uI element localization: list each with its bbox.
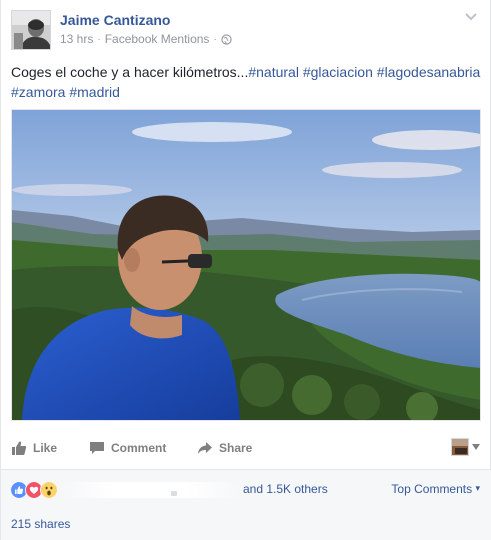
hashtag-lagodesanabria[interactable]: #lagodesanabria (377, 64, 481, 80)
wow-reaction-icon (40, 481, 58, 499)
author-name[interactable]: Jaime Cantizano (60, 12, 170, 28)
action-bar: Like Comment Share (11, 436, 481, 462)
meta-separator-2: · (213, 33, 217, 45)
comment-label: Comment (111, 441, 167, 455)
share-arrow-icon (198, 442, 212, 454)
avatar-image (12, 11, 50, 49)
reaction-icons[interactable] (10, 481, 58, 499)
page-thumbnail (451, 438, 469, 456)
caret-down-icon (472, 444, 480, 450)
page-thumbnail-image (452, 439, 468, 455)
shares-count-link[interactable]: 215 shares (11, 517, 70, 531)
share-label: Share (219, 441, 253, 455)
post-time[interactable]: 13 hrs (60, 32, 93, 46)
shares-bar: 215 shares (1, 508, 491, 540)
share-button[interactable]: Share (197, 440, 252, 456)
redacted-names (61, 482, 241, 498)
post-body: Coges el coche y a hacer kilómetros... (11, 64, 249, 80)
caret-down-icon: ▾ (475, 483, 480, 493)
meta-separator: · (97, 33, 101, 45)
like-button[interactable]: Like (11, 440, 57, 456)
like-label: Like (33, 441, 58, 455)
author-avatar[interactable] (11, 10, 51, 50)
hashtag-zamora[interactable]: #zamora (11, 84, 65, 100)
hashtag-natural[interactable]: #natural (248, 64, 299, 80)
reactions-others-link[interactable]: and 1.5K others (243, 482, 328, 496)
lake-landscape-image (12, 110, 480, 420)
post-as-selector[interactable] (451, 438, 481, 456)
post-photo[interactable] (11, 109, 481, 421)
thumbs-up-icon (12, 441, 27, 455)
top-comments-label: Top Comments (391, 482, 473, 496)
hashtag-glaciacion[interactable]: #glaciacion (303, 64, 373, 80)
post-source[interactable]: Facebook Mentions (105, 32, 210, 46)
post-card: Jaime Cantizano 13 hrs · Facebook Mentio… (0, 0, 491, 540)
post-meta: 13 hrs · Facebook Mentions · (60, 32, 232, 46)
post-text: Coges el coche y a hacer kilómetros...#n… (11, 62, 481, 102)
top-comments-selector[interactable]: Top Comments ▾ (391, 482, 480, 496)
reactions-bar: and 1.5K others Top Comments ▾ (1, 470, 491, 508)
hashtag-madrid[interactable]: #madrid (69, 84, 120, 100)
chevron-down-icon[interactable] (464, 12, 478, 22)
comment-button[interactable]: Comment (89, 440, 166, 456)
globe-icon[interactable] (221, 33, 232, 45)
comment-bubble-icon (90, 442, 104, 454)
